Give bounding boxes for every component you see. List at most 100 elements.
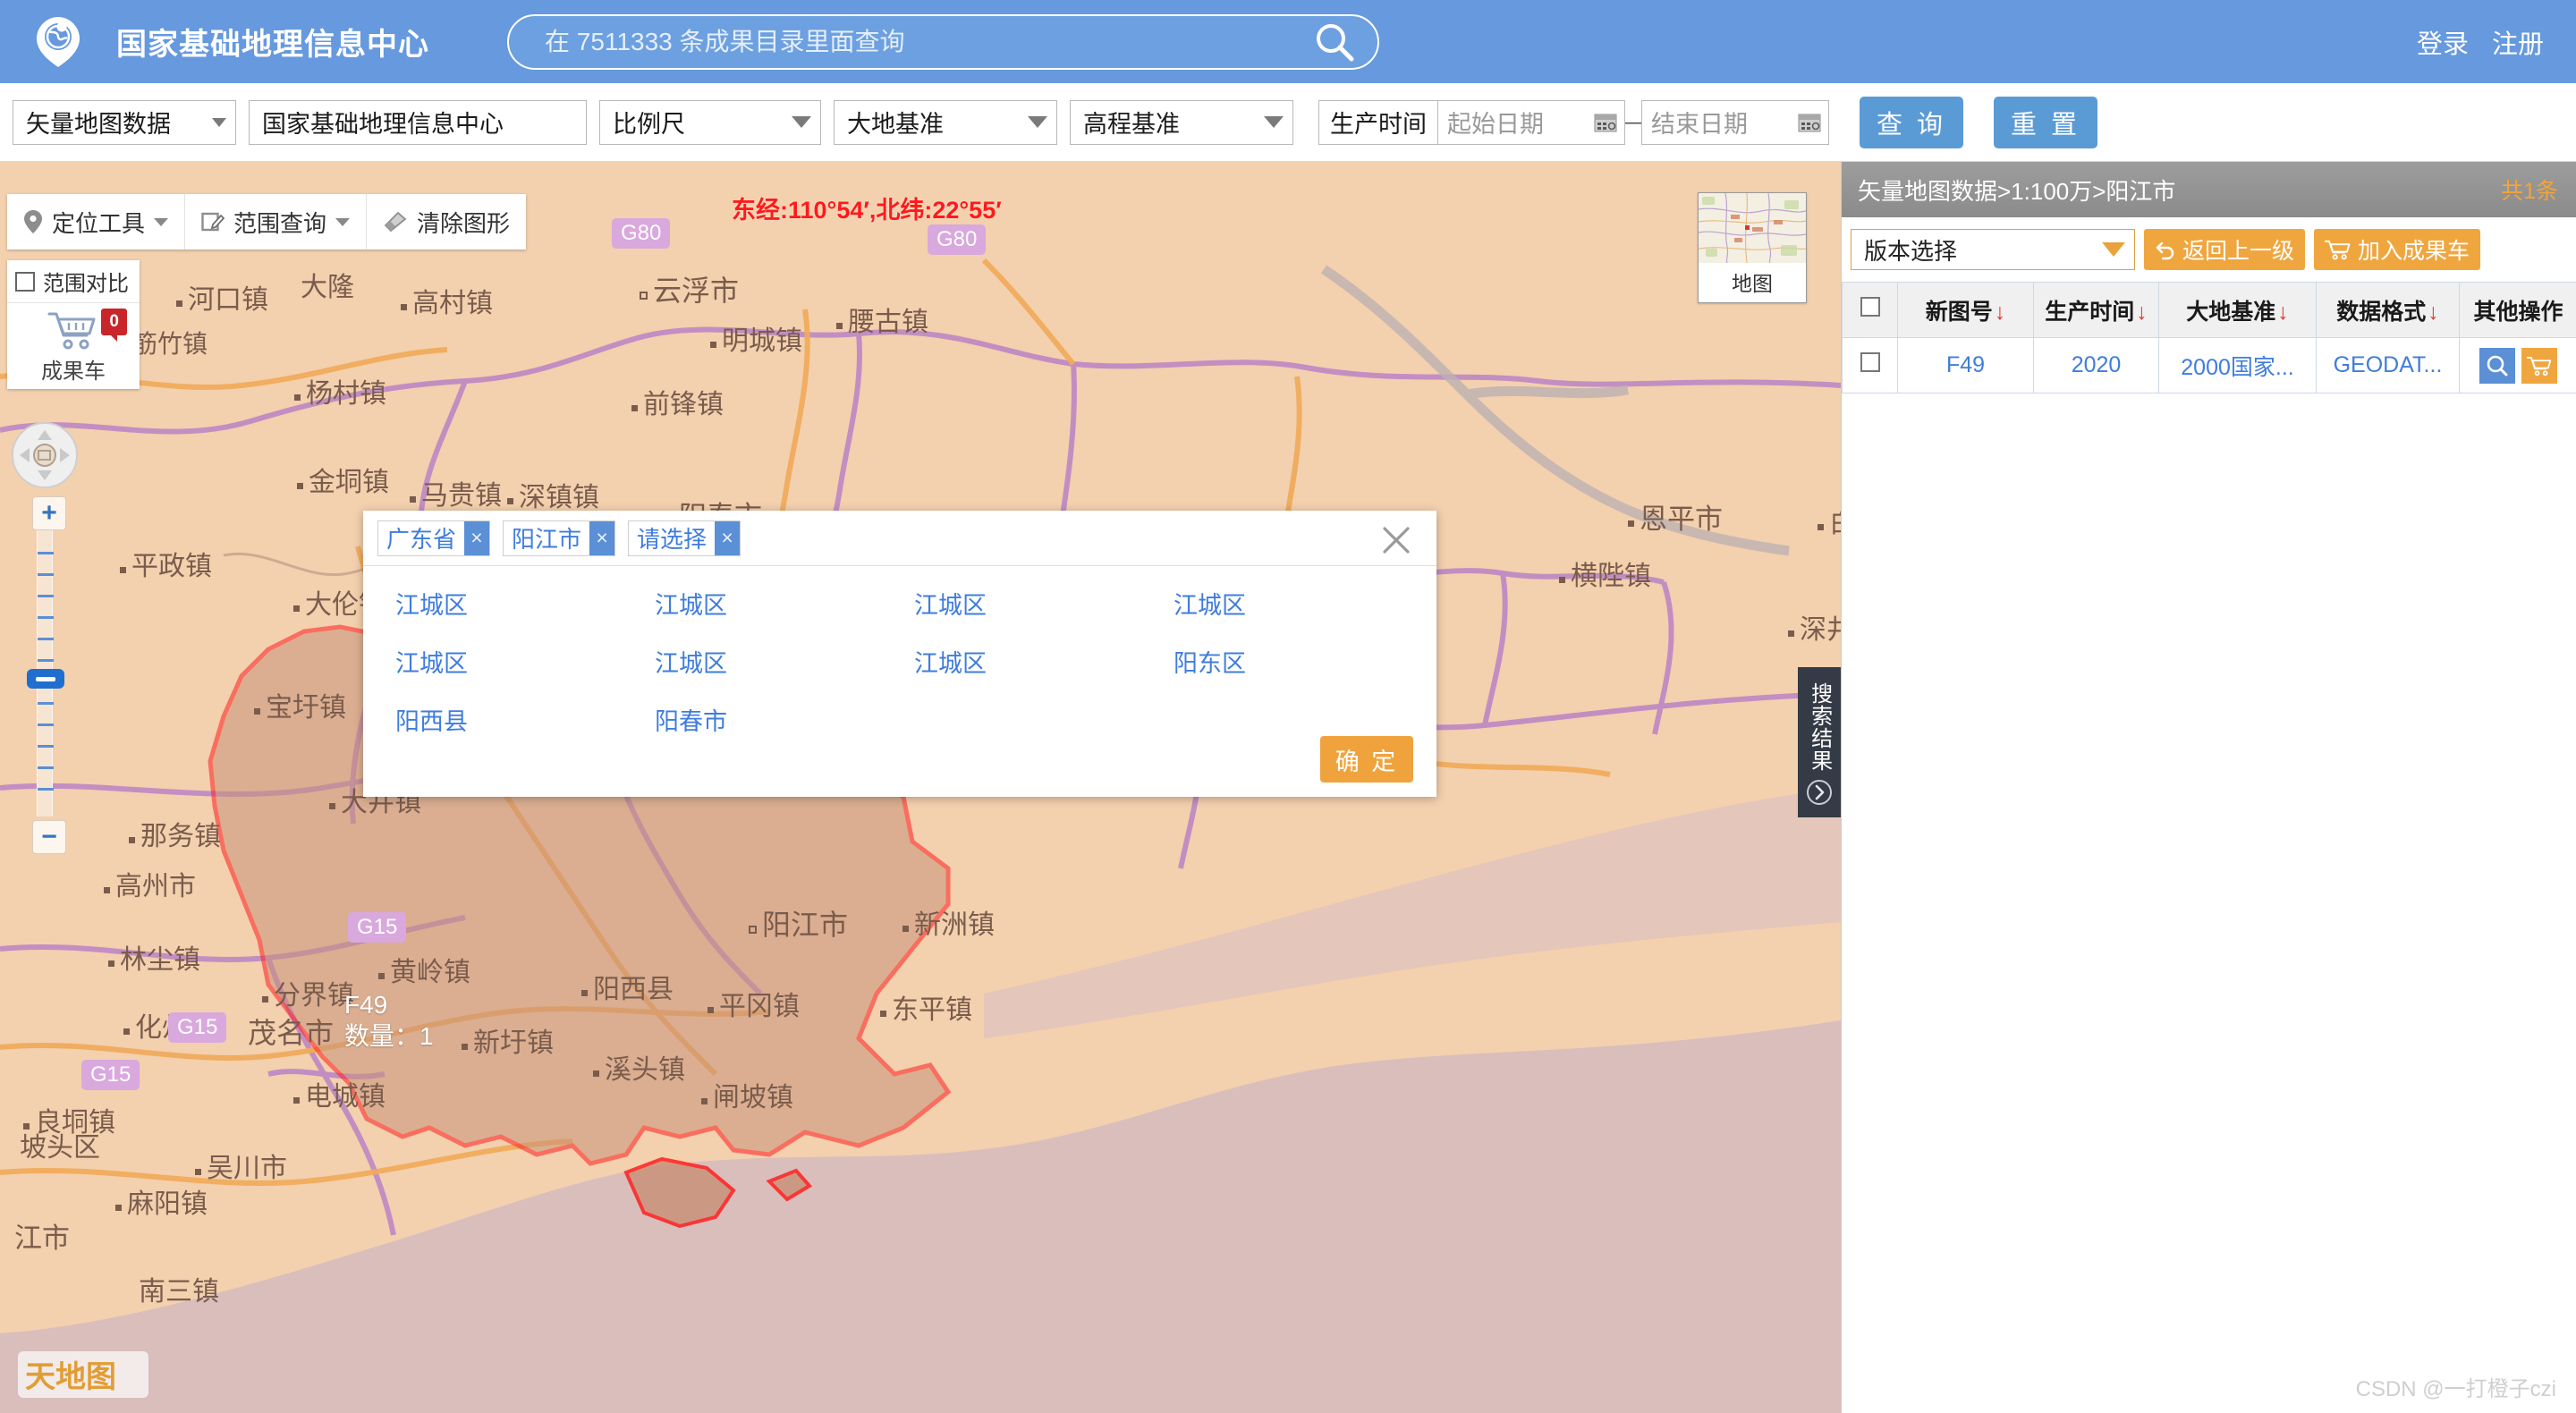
region-option[interactable]: 江城区 bbox=[914, 586, 1174, 621]
sort-arrow-icon[interactable]: ↓ bbox=[2277, 300, 2289, 325]
reset-button[interactable]: 重 置 bbox=[1994, 97, 2097, 148]
cart-count-badge: 0 bbox=[101, 309, 127, 335]
filter-organization[interactable]: 国家基础地理信息中心 bbox=[249, 100, 587, 145]
filter-geodetic-datum[interactable]: 大地基准 bbox=[834, 100, 1057, 145]
map-area[interactable]: 通门镇河口镇高村镇云浮市腰古镇筋竹镇前锋镇明城镇肇庆市蚬岗镇丹灶镇佛山市高明区鹤… bbox=[0, 162, 1841, 1413]
column-geodetic-datum[interactable]: 大地基准↓ bbox=[2159, 283, 2317, 338]
region-chip-province[interactable]: 广东省 × bbox=[377, 520, 490, 556]
remove-chip-icon[interactable]: × bbox=[464, 521, 489, 555]
pan-rose-icon[interactable] bbox=[11, 421, 79, 489]
calendar-icon bbox=[1594, 112, 1617, 133]
zoom-in-button[interactable]: + bbox=[32, 496, 66, 530]
region-option[interactable]: 江城区 bbox=[1174, 586, 1433, 621]
search-button[interactable] bbox=[1297, 16, 1372, 68]
add-to-cart-button[interactable]: 加入成果车 bbox=[2314, 229, 2480, 270]
sort-arrow-icon[interactable]: ↓ bbox=[2428, 300, 2439, 325]
minimap[interactable]: 地图 bbox=[1698, 192, 1807, 303]
chevron-down-icon bbox=[335, 218, 350, 226]
close-icon[interactable] bbox=[1381, 525, 1411, 555]
filter-scale[interactable]: 比例尺 bbox=[599, 100, 821, 145]
row-select-cell[interactable] bbox=[1843, 338, 1898, 393]
site-logo[interactable] bbox=[0, 14, 116, 70]
road-shield: G15 bbox=[81, 1060, 140, 1090]
minimap-thumbnail[interactable] bbox=[1699, 193, 1806, 263]
select-all-checkbox[interactable] bbox=[1860, 297, 1880, 317]
remove-chip-icon[interactable]: × bbox=[715, 521, 740, 555]
grid-sheet-code: F49 bbox=[344, 989, 434, 1020]
range-compare-checkbox[interactable] bbox=[15, 272, 35, 292]
pan-control[interactable] bbox=[11, 421, 79, 489]
region-option[interactable]: 江城区 bbox=[655, 586, 914, 621]
search-input[interactable] bbox=[509, 16, 1297, 68]
row-add-to-cart-button[interactable] bbox=[2521, 348, 2557, 384]
site-title: 国家基础地理信息中心 bbox=[116, 20, 429, 63]
global-search[interactable] bbox=[507, 14, 1379, 70]
tianditu-watermark-text: 天地图 bbox=[25, 1360, 116, 1394]
range-query-label: 范围查询 bbox=[233, 206, 326, 239]
row-preview-button[interactable] bbox=[2479, 348, 2515, 384]
cell-production-time: 2020 bbox=[2034, 338, 2159, 393]
sort-arrow-icon[interactable]: ↓ bbox=[1995, 300, 2006, 325]
region-option[interactable]: 江城区 bbox=[914, 644, 1174, 679]
search-results-tab-label: 搜索结果 bbox=[1808, 682, 1830, 772]
table-row[interactable]: F49 2020 2000国家... GEODAT... bbox=[1843, 338, 2576, 393]
region-option[interactable]: 阳东区 bbox=[1174, 644, 1433, 679]
add-to-cart-label: 加入成果车 bbox=[2358, 233, 2470, 266]
search-icon bbox=[1311, 19, 1358, 65]
region-option[interactable]: 江城区 bbox=[395, 644, 655, 679]
column-sheet-no[interactable]: 新图号↓ bbox=[1898, 283, 2034, 338]
shopping-cart-icon bbox=[47, 309, 100, 351]
locate-tool-label: 定位工具 bbox=[52, 206, 145, 239]
column-data-format[interactable]: 数据格式↓ bbox=[2317, 283, 2460, 338]
coordinate-readout: 东经:110°54′,北纬:22°55′ bbox=[732, 190, 1002, 225]
date-start-input[interactable]: 起始日期 bbox=[1437, 100, 1625, 145]
region-option[interactable]: 阳春市 bbox=[655, 702, 914, 737]
zoom-slider-track[interactable] bbox=[37, 530, 53, 816]
production-date-range: 生产时间 起始日期 — 结束日期 bbox=[1318, 100, 1829, 145]
zoom-slider-thumb[interactable] bbox=[27, 669, 64, 689]
globe-pin-icon bbox=[30, 14, 86, 70]
results-cart-button[interactable]: 0 成果车 bbox=[7, 303, 140, 389]
region-option[interactable]: 阳西县 bbox=[395, 702, 655, 737]
register-link[interactable]: 注册 bbox=[2492, 23, 2544, 61]
query-button[interactable]: 查 询 bbox=[1860, 97, 1963, 148]
search-results-tab[interactable]: 搜索结果 bbox=[1798, 667, 1841, 817]
select-all-header[interactable] bbox=[1843, 283, 1898, 338]
cell-sheet-no[interactable]: F49 bbox=[1898, 338, 2034, 393]
date-range-separator: — bbox=[1625, 110, 1641, 135]
road-shield: G80 bbox=[928, 224, 986, 255]
filter-toolbar: 矢量地图数据 国家基础地理信息中心 比例尺 大地基准 高程基准 生产时间 起始日… bbox=[0, 83, 2576, 162]
region-option[interactable]: 江城区 bbox=[395, 586, 655, 621]
sort-arrow-icon[interactable]: ↓ bbox=[2136, 300, 2148, 325]
date-end-input[interactable]: 结束日期 bbox=[1641, 100, 1829, 145]
shopping-cart-icon bbox=[2325, 239, 2351, 260]
version-select[interactable]: 版本选择 bbox=[1851, 229, 2135, 270]
login-link[interactable]: 登录 bbox=[2417, 23, 2469, 61]
locate-tool-button[interactable]: 定位工具 bbox=[7, 194, 185, 250]
range-compare-row[interactable]: 范围对比 bbox=[7, 260, 140, 303]
region-chip-district[interactable]: 请选择 × bbox=[628, 520, 741, 556]
results-table-body: F49 2020 2000国家... GEODAT... bbox=[1843, 338, 2576, 393]
filter-data-type[interactable]: 矢量地图数据 bbox=[13, 100, 236, 145]
region-chip-city[interactable]: 阳江市 × bbox=[503, 520, 615, 556]
back-to-parent-button[interactable]: 返回上一级 bbox=[2144, 229, 2305, 270]
range-compare-label: 范围对比 bbox=[43, 266, 129, 297]
clear-graphics-label: 清除图形 bbox=[417, 206, 510, 239]
region-confirm-button[interactable]: 确 定 bbox=[1320, 736, 1413, 783]
row-checkbox[interactable] bbox=[1860, 352, 1880, 372]
minimap-label: 地图 bbox=[1699, 263, 1806, 302]
region-option-grid: 江城区江城区江城区江城区江城区江城区江城区阳东区阳西县阳春市 bbox=[363, 586, 1436, 737]
remove-chip-icon[interactable]: × bbox=[589, 521, 614, 555]
region-option[interactable]: 江城区 bbox=[655, 644, 914, 679]
cell-data-format: GEODAT... bbox=[2317, 338, 2460, 393]
column-other-actions: 其他操作 bbox=[2460, 283, 2576, 338]
range-query-button[interactable]: 范围查询 bbox=[185, 194, 367, 250]
filter-elevation-datum[interactable]: 高程基准 bbox=[1070, 100, 1293, 145]
zoom-out-button[interactable]: − bbox=[32, 820, 66, 854]
region-dialog-body: 江城区江城区江城区江城区江城区江城区江城区阳东区阳西县阳春市 确 定 bbox=[363, 566, 1436, 797]
column-production-time[interactable]: 生产时间↓ bbox=[2034, 283, 2159, 338]
clear-graphics-button[interactable]: 清除图形 bbox=[367, 194, 526, 250]
zoom-slider[interactable]: + − bbox=[32, 496, 57, 854]
cell-actions bbox=[2460, 338, 2576, 393]
header-account-links: 登录 注册 bbox=[2417, 0, 2544, 83]
